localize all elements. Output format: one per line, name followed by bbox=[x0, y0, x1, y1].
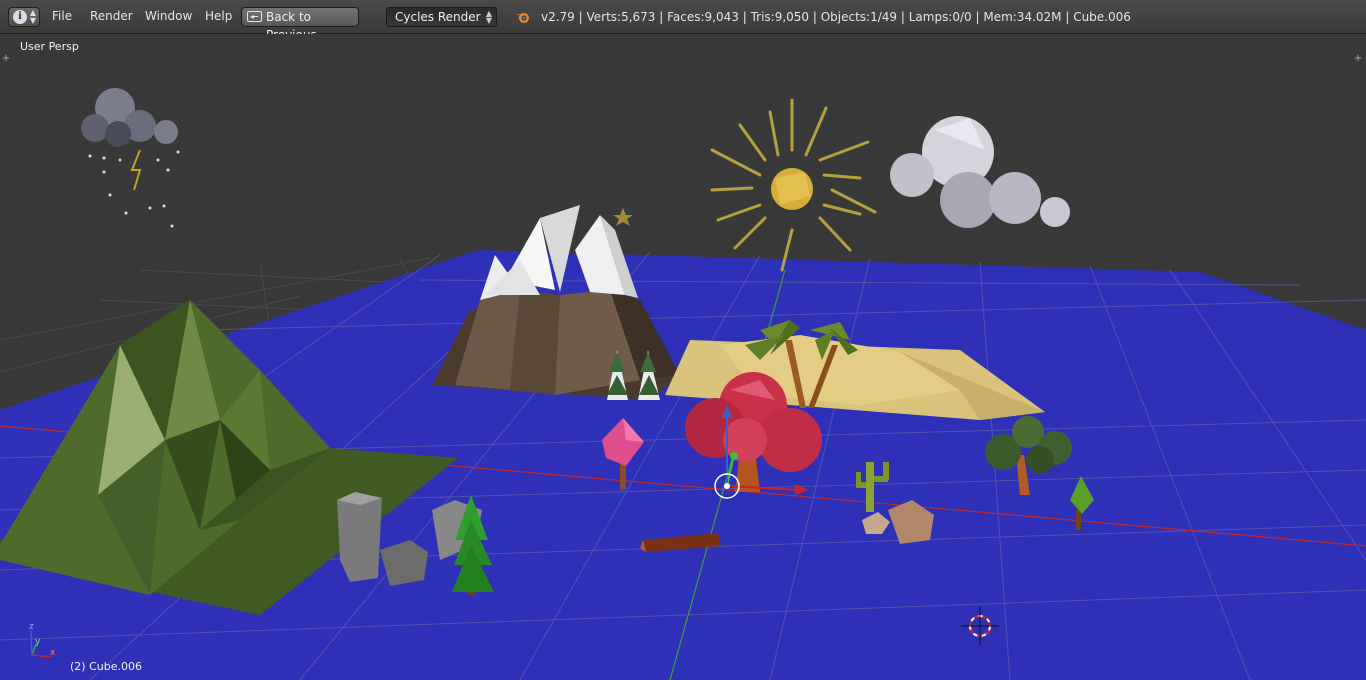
render-engine-select[interactable]: Cycles Render ▲ ▼ bbox=[386, 7, 497, 27]
menu-help[interactable]: Help bbox=[205, 9, 232, 23]
scene-canvas bbox=[0, 88, 1366, 680]
render-engine-value: Cycles Render bbox=[395, 10, 481, 24]
properties-toggle-icon[interactable]: + bbox=[1353, 54, 1363, 64]
menu-render[interactable]: Render bbox=[90, 9, 133, 23]
storm-cloud bbox=[81, 88, 180, 228]
dropdown-arrows-icon: ▲ ▼ bbox=[485, 9, 492, 25]
moon bbox=[540, 110, 565, 141]
sun bbox=[710, 98, 877, 272]
info-icon: i bbox=[13, 10, 27, 24]
cloud bbox=[890, 116, 1070, 228]
view-perspective-label: User Persp bbox=[20, 40, 79, 53]
up-down-arrows-icon: ▲ ▼ bbox=[29, 8, 36, 25]
active-object-label: (2) Cube.006 bbox=[70, 660, 142, 673]
axis-label-z: z bbox=[29, 622, 34, 632]
axis-label-x: x bbox=[50, 648, 56, 658]
editor-type-button[interactable]: i ▲ ▼ bbox=[8, 7, 40, 27]
axis-label-y: y bbox=[35, 637, 41, 647]
tool-shelf-toggle-icon[interactable]: + bbox=[1, 54, 11, 64]
scene-statistics: v2.79 | Verts:5,673 | Faces:9,043 | Tris… bbox=[541, 10, 1131, 24]
back-to-previous-button[interactable]: Back to Previous bbox=[241, 7, 359, 42]
menu-window[interactable]: Window bbox=[145, 9, 192, 23]
header-bar: i ▲▼ File Render Window Help Back to Pre… bbox=[0, 0, 1366, 42]
star bbox=[613, 208, 633, 226]
back-arrow-icon bbox=[247, 11, 262, 22]
3d-viewport[interactable]: x y z User Persp (2) Cube.006 + + bbox=[0, 34, 1366, 680]
blender-logo-icon bbox=[516, 13, 529, 23]
menu-file[interactable]: File bbox=[52, 9, 72, 23]
